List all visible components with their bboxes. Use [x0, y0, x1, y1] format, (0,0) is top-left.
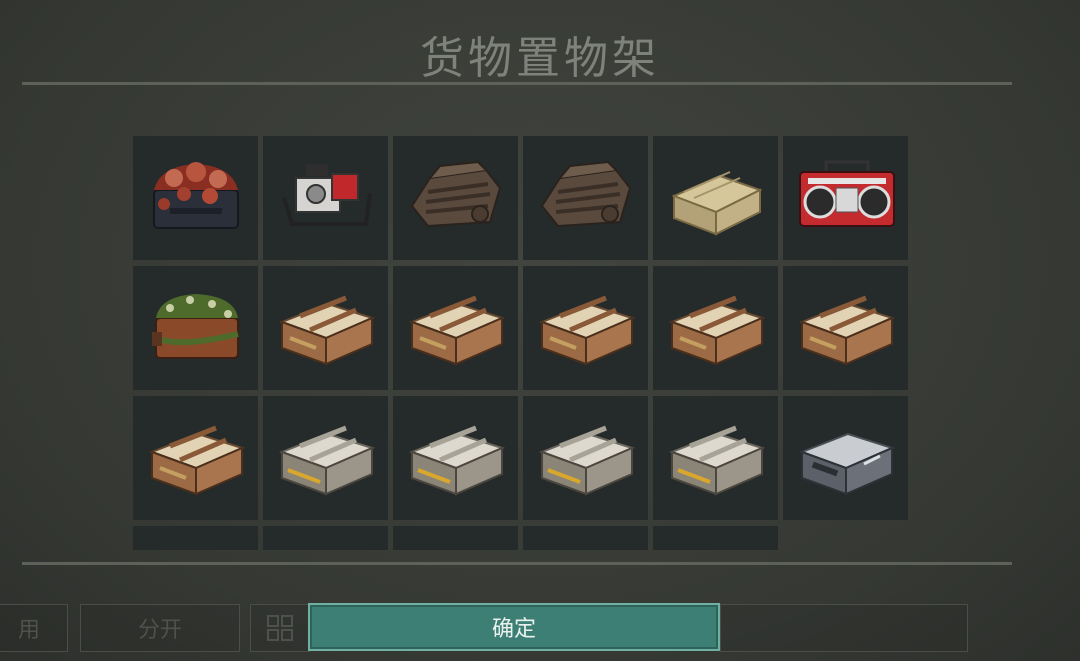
- inventory-slot[interactable]: [653, 526, 778, 550]
- bg-use-button: 用: [0, 604, 68, 652]
- bg-grid-button: [250, 604, 310, 652]
- brown-crate-icon: [148, 425, 245, 496]
- partial-item-icon: [140, 538, 252, 550]
- inventory-slot[interactable]: [393, 396, 518, 520]
- boombox-icon: [798, 160, 895, 227]
- brown-crate-icon: [668, 295, 765, 366]
- title-divider: [22, 82, 1012, 85]
- bg-use-label: 用: [17, 618, 40, 643]
- bottom-divider: [22, 562, 1012, 565]
- partial-item-icon: [400, 538, 512, 550]
- grey-crate-icon: [408, 425, 505, 496]
- inventory-slot[interactable]: [263, 136, 388, 260]
- inventory-slot[interactable]: [783, 266, 908, 390]
- inventory-slot[interactable]: [523, 136, 648, 260]
- inventory-slot[interactable]: [523, 396, 648, 520]
- inventory-slot[interactable]: [783, 396, 908, 520]
- inventory-slot[interactable]: [653, 266, 778, 390]
- bg-split-label: 分开: [137, 618, 182, 643]
- inventory-slot[interactable]: [133, 266, 258, 390]
- inventory-slot[interactable]: [783, 136, 908, 260]
- partial-item-icon: [530, 538, 642, 550]
- inventory-slot[interactable]: [133, 526, 258, 550]
- generator-icon: [281, 164, 372, 226]
- inventory-slot[interactable]: [393, 136, 518, 260]
- metal-case-icon: [798, 432, 895, 496]
- bg-right-button: [720, 604, 968, 652]
- grey-crate-icon: [538, 425, 635, 496]
- inventory-slot[interactable]: [263, 396, 388, 520]
- inventory-slot[interactable]: [393, 266, 518, 390]
- inventory-slot[interactable]: [653, 396, 778, 520]
- inventory-slot[interactable]: [133, 396, 258, 520]
- inventory-slot[interactable]: [523, 266, 648, 390]
- inventory-slot[interactable]: [523, 526, 648, 550]
- wooden-crate-icon: [670, 171, 763, 236]
- moss-chest-icon: [151, 294, 239, 359]
- inventory-slot[interactable]: [653, 136, 778, 260]
- grey-crate-icon: [668, 425, 765, 496]
- partial-item-icon: [270, 538, 382, 550]
- inventory-slot[interactable]: [263, 266, 388, 390]
- inventory-slot[interactable]: [263, 526, 388, 550]
- brown-crate-icon: [408, 295, 505, 366]
- engine-part-icon: [410, 160, 501, 228]
- brown-crate-icon: [798, 295, 895, 366]
- flesh-crate-icon: [152, 162, 239, 229]
- panel-title: 货物置物架: [420, 33, 660, 84]
- brown-crate-icon: [538, 295, 635, 366]
- inventory-slot[interactable]: [393, 526, 518, 550]
- brown-crate-icon: [278, 295, 375, 366]
- grey-crate-icon: [278, 425, 375, 496]
- partial-item-icon: [660, 538, 772, 550]
- confirm-label: 确定: [491, 617, 536, 642]
- bg-split-button: 分开: [80, 604, 240, 652]
- engine-part-icon: [540, 160, 631, 228]
- inventory-slot[interactable]: [133, 136, 258, 260]
- item-grid: [133, 136, 909, 550]
- confirm-button[interactable]: 确定: [308, 603, 720, 651]
- grid-icon: [267, 615, 293, 641]
